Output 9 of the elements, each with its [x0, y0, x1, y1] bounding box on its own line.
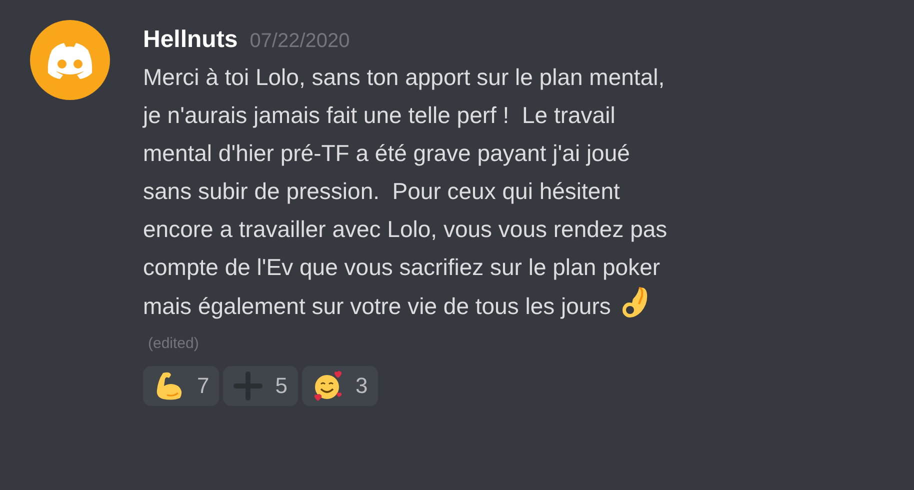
username[interactable]: Hellnuts [143, 22, 238, 58]
reaction-button[interactable]: 7 [143, 366, 220, 406]
edited-label: (edited) [147, 334, 200, 354]
reaction-button[interactable]: 3 [302, 366, 378, 406]
timestamp: 07/22/2020 [250, 29, 350, 54]
plus-icon [233, 370, 264, 400]
message-text: Merci à toi Lolo, sans ton apport sur le plan mental, je n'aurais jamais fait une telle perf ! Le travail mental d'hier pré-TF a été grave payant j'ai joué sans subir de pression. Pour ceux qui hésitent encore a travailler avec Lolo, vous vous rendez pas compte de l'Ev que vous sacrifiez sur le plan poker mais également sur votre vie de tous les jours [143, 63, 668, 322]
smiling-face-with-hearts-icon [312, 370, 344, 402]
reaction-button[interactable]: 5 [223, 366, 298, 406]
